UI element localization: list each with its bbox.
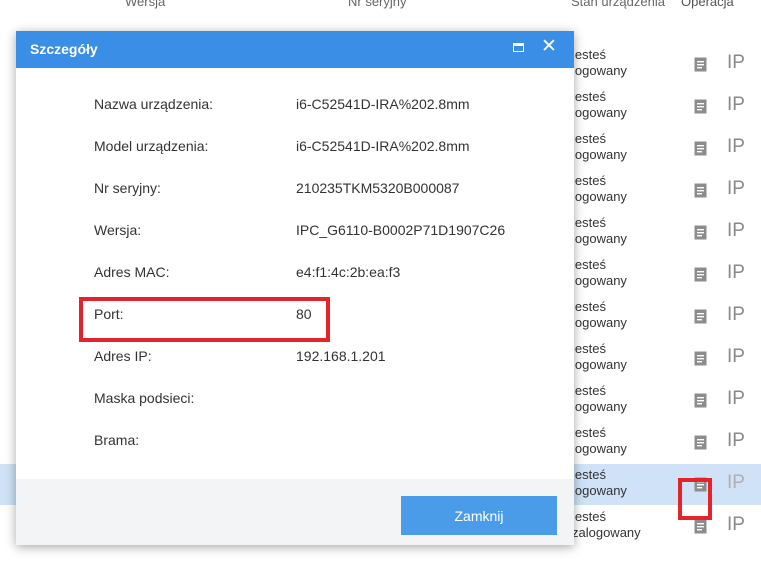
device-status: jesteś logowany bbox=[572, 173, 627, 204]
details-icon[interactable] bbox=[694, 267, 707, 282]
ip-config-button[interactable]: IP bbox=[727, 178, 745, 200]
column-header-operation[interactable]: Operacja bbox=[681, 0, 734, 9]
field-label: Nr seryjny: bbox=[94, 180, 161, 196]
ip-config-button[interactable]: IP bbox=[727, 94, 745, 116]
details-icon[interactable] bbox=[694, 183, 707, 198]
ip-config-button[interactable]: IP bbox=[727, 388, 745, 410]
details-dialog: Szczegóły ✕ Nazwa urządzenia: i6-C52541D-… bbox=[16, 31, 574, 545]
details-icon-highlight-box bbox=[678, 478, 712, 520]
field-value: IPC_G6110-B0002P71D1907C26 bbox=[296, 222, 506, 238]
close-icon[interactable]: ✕ bbox=[540, 35, 558, 58]
details-icon[interactable] bbox=[694, 435, 707, 450]
ip-config-button[interactable]: IP bbox=[727, 52, 745, 74]
details-icon[interactable] bbox=[694, 519, 707, 534]
field-label: Adres IP: bbox=[94, 348, 152, 364]
column-header-status[interactable]: Stan urządzenia bbox=[571, 0, 665, 9]
ip-config-button[interactable]: IP bbox=[727, 472, 745, 494]
ip-config-button[interactable]: IP bbox=[727, 514, 745, 536]
ip-config-button[interactable]: IP bbox=[727, 262, 745, 284]
field-value: e4:f1:4c:2b:ea:f3 bbox=[296, 264, 401, 280]
details-icon[interactable] bbox=[694, 351, 707, 366]
field-value: 192.168.1.201 bbox=[296, 348, 386, 364]
column-header-version[interactable]: Wersja bbox=[125, 0, 165, 9]
device-status: jesteś logowany bbox=[572, 341, 627, 372]
ip-config-button[interactable]: IP bbox=[727, 346, 745, 368]
device-status: jesteś logowany bbox=[572, 257, 627, 288]
close-button[interactable]: Zamknij bbox=[401, 496, 557, 535]
port-highlight-box bbox=[79, 297, 330, 342]
ip-config-button[interactable]: IP bbox=[727, 136, 745, 158]
details-icon[interactable] bbox=[694, 57, 707, 72]
ip-config-button[interactable]: IP bbox=[727, 220, 745, 242]
field-label: Model urządzenia: bbox=[94, 138, 209, 154]
field-value: i6-C52541D-IRA%202.8mm bbox=[296, 138, 470, 154]
device-status: jesteś logowany bbox=[572, 47, 627, 78]
device-status: jesteś zalogowany bbox=[572, 509, 641, 540]
device-status: jesteś logowany bbox=[572, 383, 627, 414]
field-label: Brama: bbox=[94, 432, 140, 448]
device-status: jesteś logowany bbox=[572, 299, 627, 330]
maximize-icon[interactable] bbox=[513, 43, 524, 52]
device-status: jesteś logowany bbox=[572, 215, 627, 246]
device-status: jesteś logowany bbox=[572, 425, 627, 456]
column-header-serial[interactable]: Nr seryjny bbox=[348, 0, 407, 9]
details-icon[interactable] bbox=[694, 393, 707, 408]
dialog-footer: Zamknij bbox=[16, 479, 574, 545]
device-status: jesteś logowany bbox=[572, 89, 627, 120]
field-value: i6-C52541D-IRA%202.8mm bbox=[296, 96, 470, 112]
dialog-title-bar[interactable]: Szczegóły ✕ bbox=[16, 31, 574, 68]
details-icon[interactable] bbox=[694, 141, 707, 156]
field-label: Wersja: bbox=[94, 222, 142, 238]
ip-config-button[interactable]: IP bbox=[727, 430, 745, 452]
device-status: jesteś logowany bbox=[572, 131, 627, 162]
dialog-title: Szczegóły bbox=[30, 41, 98, 57]
device-status: jesteś logowany bbox=[572, 467, 627, 498]
details-icon[interactable] bbox=[694, 99, 707, 114]
field-value: 210235TKM5320B000087 bbox=[296, 180, 460, 196]
field-label: Maska podsieci: bbox=[94, 390, 195, 406]
ip-config-button[interactable]: IP bbox=[727, 304, 745, 326]
details-icon[interactable] bbox=[694, 225, 707, 240]
field-label: Nazwa urządzenia: bbox=[94, 96, 214, 112]
field-label: Adres MAC: bbox=[94, 264, 170, 280]
details-icon[interactable] bbox=[694, 309, 707, 324]
